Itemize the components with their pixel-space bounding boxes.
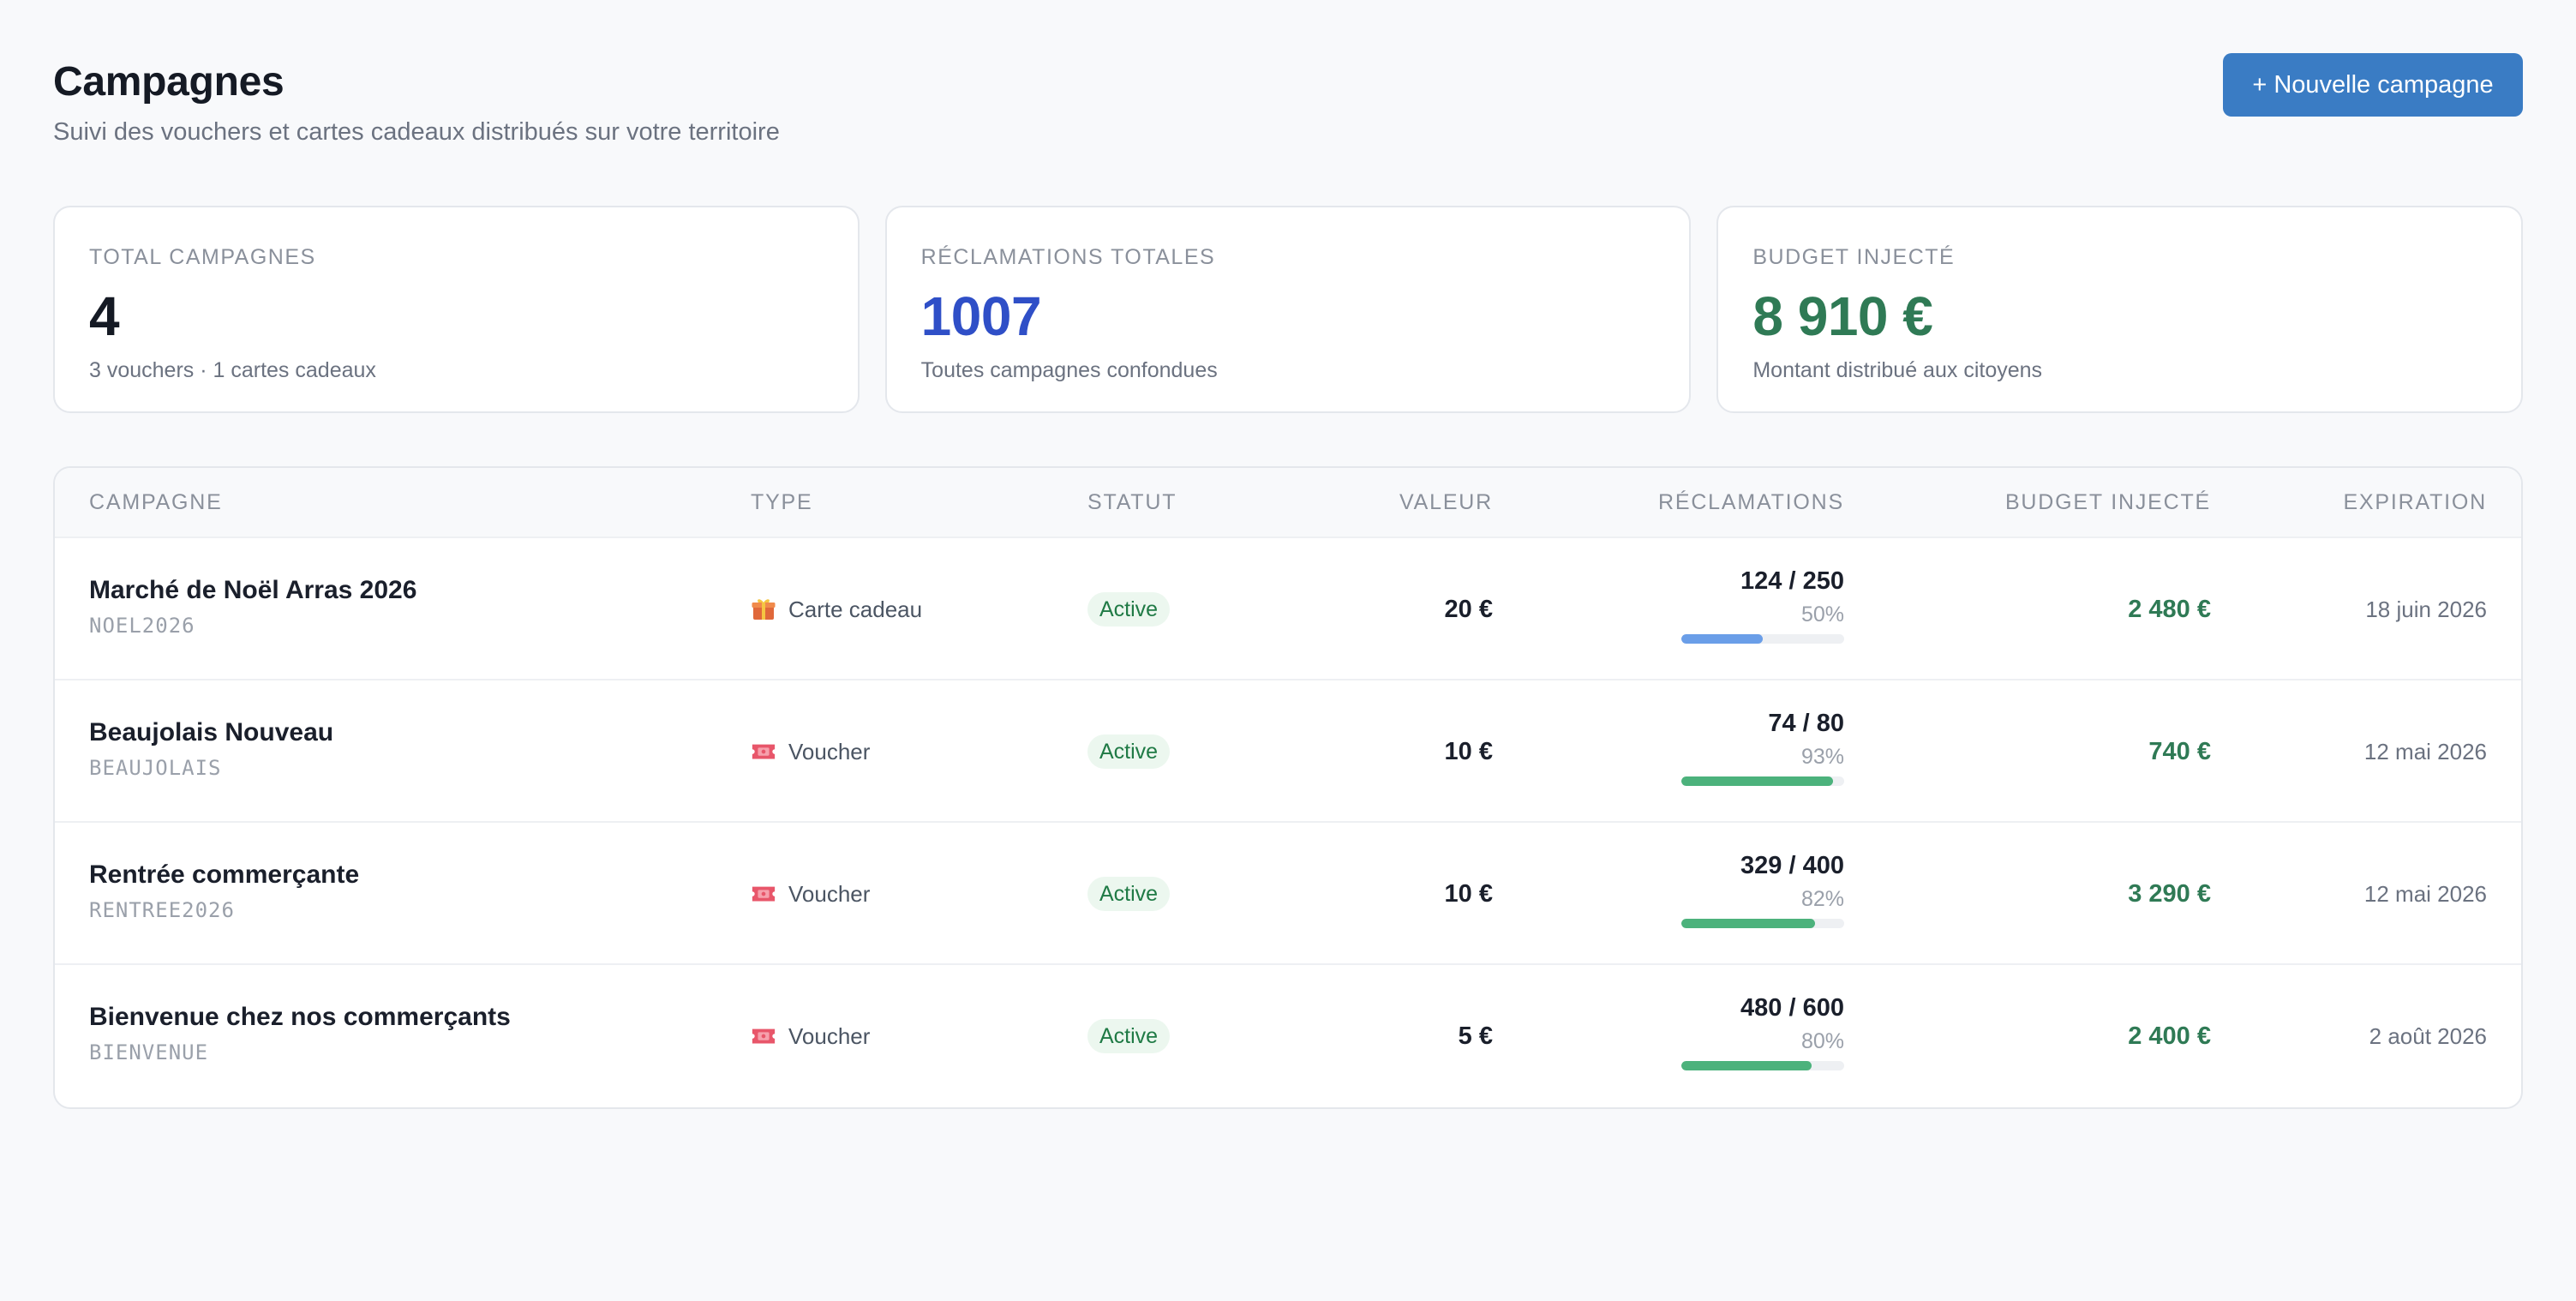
- column-header-statut[interactable]: STATUT: [1087, 490, 1177, 515]
- column-header-budget[interactable]: BUDGET INJECTÉ: [2005, 490, 2211, 515]
- campaign-name: Marché de Noël Arras 2026: [89, 576, 417, 604]
- campaign-value: 5 €: [1458, 1022, 1493, 1050]
- claims-cell: 480 / 600 80%: [1673, 994, 1844, 1070]
- claims-progress-fill: [1681, 1061, 1812, 1070]
- claims-percent: 50%: [1800, 603, 1844, 627]
- table-row[interactable]: Rentrée commerçante RENTREE2026 Voucher …: [55, 823, 2521, 965]
- table-row[interactable]: Beaujolais Nouveau BEAUJOLAIS Voucher Ac…: [55, 680, 2521, 823]
- status-badge: Active: [1087, 734, 1171, 769]
- stat-label: TOTAL CAMPAGNES: [89, 245, 316, 269]
- stat-note: Toutes campagnes confondues: [920, 358, 1218, 382]
- claims-progress-fill: [1681, 919, 1815, 928]
- campaign-expiration: 18 juin 2026: [2365, 596, 2487, 622]
- claims-count: 74 / 80: [1768, 710, 1844, 737]
- status-badge: Active: [1087, 877, 1171, 911]
- stat-card-budget: BUDGET INJECTÉ 8 910 € Montant distribué…: [1716, 206, 2524, 413]
- stat-note: Montant distribué aux citoyens: [1752, 358, 2043, 382]
- claims-cell: 329 / 400 82%: [1673, 852, 1844, 928]
- type-label: Voucher: [788, 738, 871, 764]
- claims-progress-fill: [1681, 776, 1833, 786]
- claims-progress-bar: [1681, 1061, 1844, 1070]
- type-label: Carte cadeau: [788, 596, 923, 622]
- claims-percent: 80%: [1800, 1029, 1844, 1053]
- claims-count: 124 / 250: [1740, 567, 1844, 595]
- stats-row: TOTAL CAMPAGNES 4 3 vouchers · 1 cartes …: [53, 206, 2524, 413]
- campaign-type: Voucher: [751, 965, 870, 1107]
- stat-value: 4: [89, 285, 120, 347]
- page-subtitle: Suivi des vouchers et cartes cadeaux dis…: [53, 118, 780, 146]
- claims-progress-bar: [1681, 634, 1844, 644]
- claims-percent: 93%: [1800, 745, 1844, 769]
- column-header-type[interactable]: TYPE: [751, 490, 813, 515]
- campaign-budget: 740 €: [2148, 737, 2211, 765]
- ticket-icon: [751, 740, 776, 764]
- table-row[interactable]: Bienvenue chez nos commerçants BIENVENUE…: [55, 965, 2521, 1107]
- stat-label: RÉCLAMATIONS TOTALES: [920, 245, 1216, 269]
- campaign-expiration: 12 mai 2026: [2363, 738, 2487, 764]
- campaigns-table: CAMPAGNE TYPE STATUT VALEUR RÉCLAMATIONS…: [53, 466, 2523, 1109]
- campaign-budget: 3 290 €: [2128, 879, 2211, 908]
- table-header: CAMPAGNE TYPE STATUT VALEUR RÉCLAMATIONS…: [55, 468, 2521, 538]
- claims-count: 480 / 600: [1740, 994, 1844, 1022]
- page-header: Campagnes Suivi des vouchers et cartes c…: [53, 0, 2523, 206]
- claims-cell: 124 / 250 50%: [1673, 567, 1844, 644]
- campaign-value: 20 €: [1444, 595, 1493, 623]
- campaign-code: BEAUJOLAIS: [89, 756, 222, 780]
- campaign-type: Carte cadeau: [751, 538, 922, 680]
- new-campaign-button[interactable]: + Nouvelle campagne: [2223, 53, 2523, 117]
- status-badge: Active: [1087, 592, 1171, 627]
- campaign-expiration: 2 août 2026: [2369, 1022, 2487, 1049]
- campaign-code: BIENVENUE: [89, 1040, 209, 1064]
- stat-note: 3 vouchers · 1 cartes cadeaux: [89, 358, 376, 382]
- claims-progress-fill: [1681, 634, 1763, 644]
- campaign-name: Bienvenue chez nos commerçants: [89, 1003, 511, 1031]
- status-badge: Active: [1087, 1019, 1171, 1053]
- campaign-code: RENTREE2026: [89, 898, 235, 922]
- campaign-value: 10 €: [1444, 737, 1493, 765]
- campaign-name: Rentrée commerçante: [89, 860, 360, 889]
- campaign-expiration: 12 mai 2026: [2363, 880, 2487, 907]
- type-label: Voucher: [788, 1022, 871, 1049]
- stat-value: 8 910 €: [1752, 285, 1933, 347]
- claims-percent: 82%: [1800, 887, 1844, 911]
- gift-icon: [751, 597, 776, 621]
- campaign-code: NOEL2026: [89, 614, 195, 638]
- campaign-name: Beaujolais Nouveau: [89, 718, 334, 746]
- claims-count: 329 / 400: [1740, 852, 1844, 879]
- column-header-valeur[interactable]: VALEUR: [1399, 490, 1493, 515]
- campaign-type: Voucher: [751, 823, 870, 965]
- stat-card-total-campaigns: TOTAL CAMPAGNES 4 3 vouchers · 1 cartes …: [53, 206, 860, 413]
- page-title: Campagnes: [53, 59, 285, 105]
- campaign-type: Voucher: [751, 680, 870, 823]
- campaign-budget: 2 480 €: [2128, 595, 2211, 623]
- stat-card-total-claims: RÉCLAMATIONS TOTALES 1007 Toutes campagn…: [884, 206, 1692, 413]
- ticket-icon: [751, 1024, 776, 1048]
- campaign-value: 10 €: [1444, 879, 1493, 908]
- campaign-budget: 2 400 €: [2128, 1022, 2211, 1050]
- column-header-reclamations[interactable]: RÉCLAMATIONS: [1658, 490, 1844, 515]
- claims-progress-bar: [1681, 919, 1844, 928]
- stat-value: 1007: [920, 285, 1042, 347]
- claims-progress-bar: [1681, 776, 1844, 786]
- campaigns-page: Campagnes Suivi des vouchers et cartes c…: [0, 0, 2576, 1301]
- type-label: Voucher: [788, 880, 871, 907]
- stat-label: BUDGET INJECTÉ: [1752, 245, 1956, 269]
- claims-cell: 74 / 80 93%: [1673, 710, 1844, 786]
- table-row[interactable]: Marché de Noël Arras 2026 NOEL2026 Carte…: [55, 538, 2521, 680]
- column-header-campagne[interactable]: CAMPAGNE: [89, 490, 223, 515]
- column-header-expiration[interactable]: EXPIRATION: [2343, 490, 2487, 515]
- ticket-icon: [751, 882, 776, 906]
